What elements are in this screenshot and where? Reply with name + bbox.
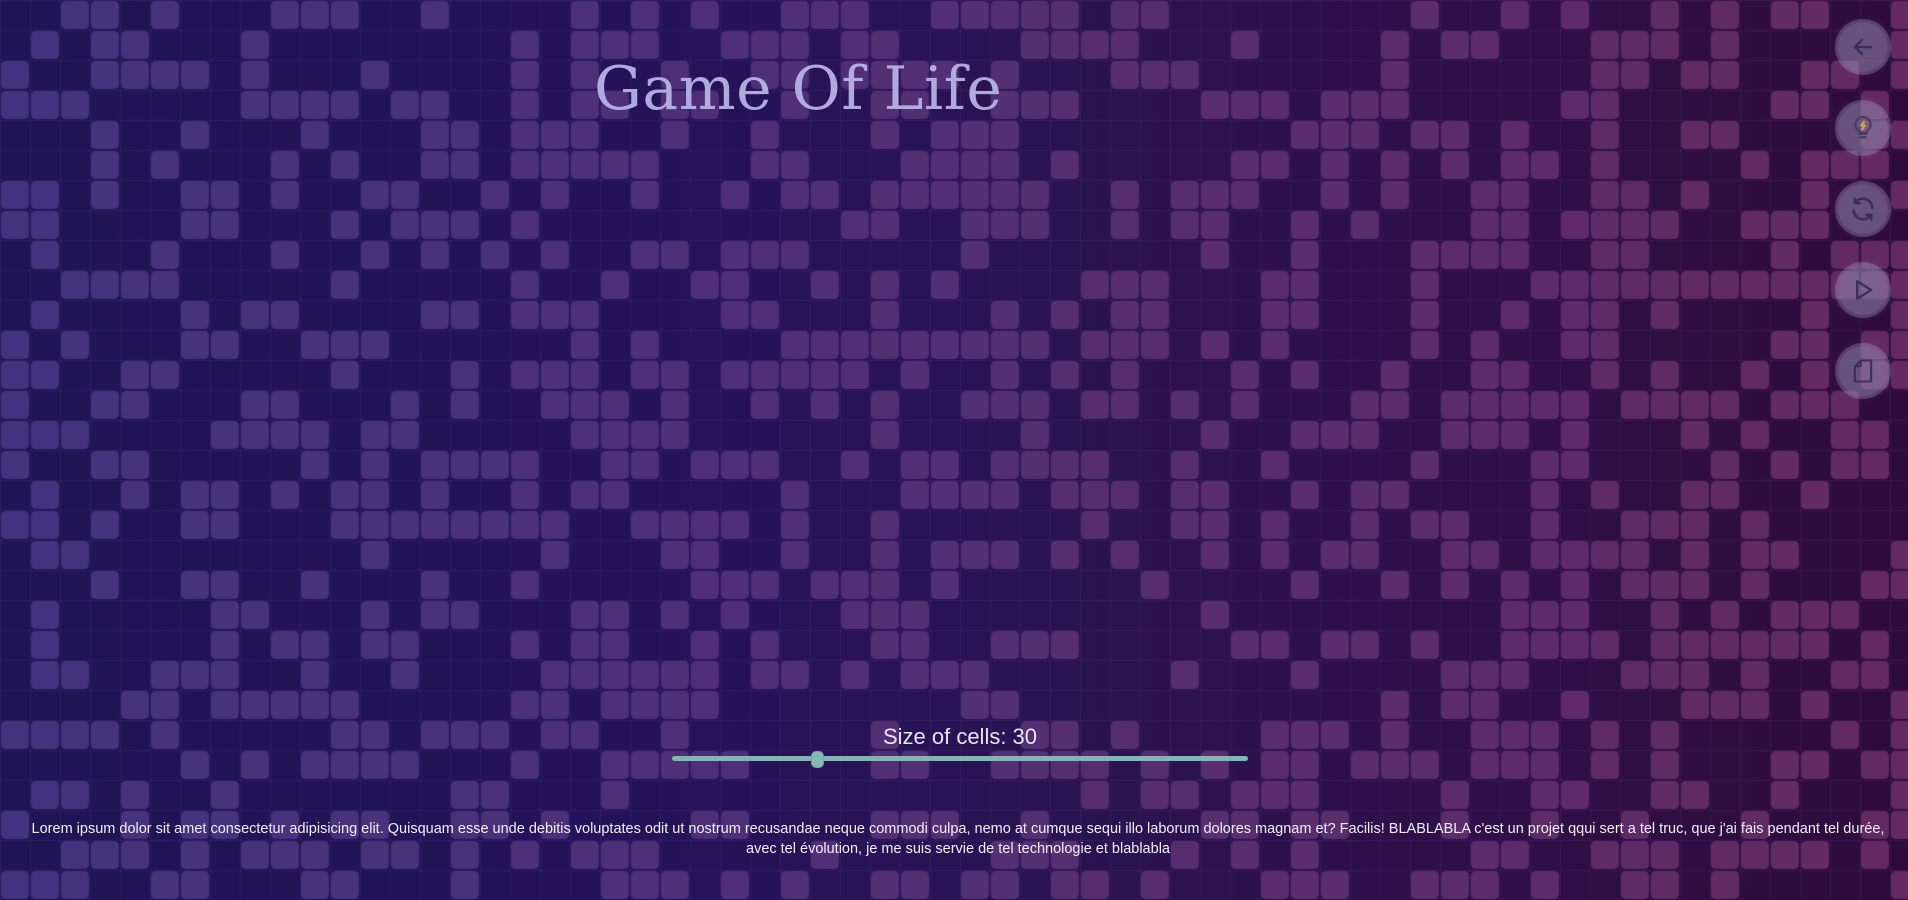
game-of-life-board[interactable] [0,0,1908,900]
cell-size-slider-thumb[interactable] [811,751,824,768]
refresh-icon [1852,197,1874,221]
arrow-left-icon [1853,38,1873,56]
page-title: Game Of Life [594,54,1003,124]
back-button[interactable] [1838,22,1888,72]
play-icon [1856,280,1873,300]
cell-size-control: Size of cells: 30 [672,724,1248,768]
document-button[interactable] [1838,346,1888,396]
project-description: Lorem ipsum dolor sit amet consectetur a… [31,821,1885,857]
side-controls [1838,22,1892,427]
cell-size-label: Size of cells: 30 [882,724,1038,749]
idea-button[interactable] [1838,103,1888,153]
cell-grid-canvas[interactable] [0,0,1908,900]
document-icon [1853,359,1873,383]
lightbulb-icon [1854,115,1872,139]
cell-size-slider[interactable] [672,751,1248,768]
play-button[interactable] [1838,265,1888,315]
refresh-button[interactable] [1838,184,1888,234]
